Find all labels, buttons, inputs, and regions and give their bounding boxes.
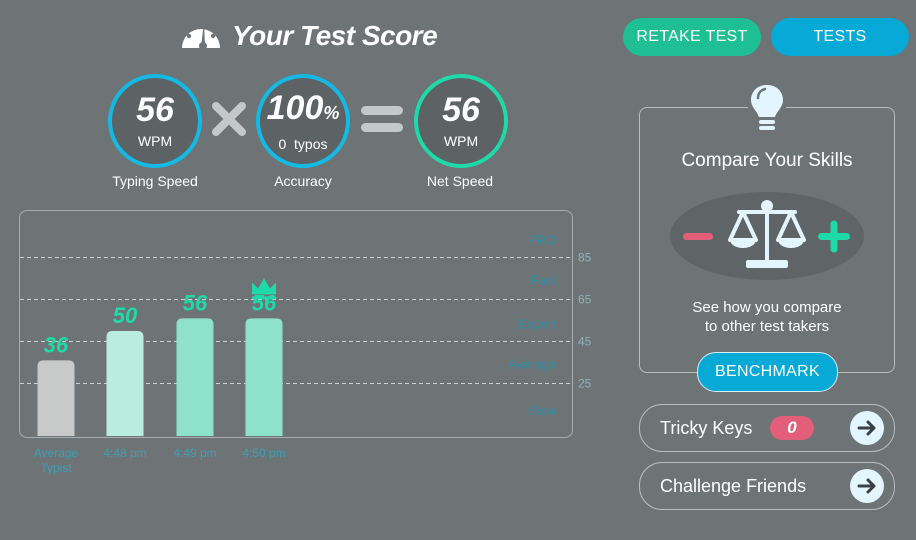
bar-value-label: 50: [113, 303, 138, 328]
chart-bar: [245, 318, 283, 436]
chart-bar: [106, 331, 144, 436]
crown-base: [252, 296, 276, 300]
benchmark-button[interactable]: BENCHMARK: [697, 352, 838, 392]
chart-bar: [176, 318, 214, 436]
x-tick-label: 4:49 pm: [173, 446, 216, 460]
bar-value-label: 36: [44, 332, 69, 357]
level-label: Expert: [518, 317, 556, 332]
crown-icon: [252, 278, 276, 295]
tricky-keys-row[interactable]: Tricky Keys 0: [639, 404, 895, 452]
level-label: Slow: [528, 403, 557, 418]
level-label: PRO: [528, 233, 556, 248]
scale-icon: [670, 190, 864, 287]
challenge-friends-label: Challenge Friends: [660, 475, 807, 496]
arrow-right-icon[interactable]: [850, 469, 884, 503]
bar-value-label: 56: [183, 290, 208, 315]
compare-desc-line1: See how you compare: [692, 299, 842, 316]
lightbulb-icon: [748, 82, 786, 139]
arrow-right-icon[interactable]: [850, 411, 884, 445]
chart-bar: [37, 360, 75, 436]
x-tick-label: 4:48 pm: [103, 446, 146, 460]
challenge-friends-row[interactable]: Challenge Friends: [639, 462, 895, 510]
x-tick-label: 4:50 pm: [242, 446, 285, 460]
tick-label: 65: [578, 293, 592, 307]
compare-description: See how you compare to other test takers: [639, 298, 895, 336]
tricky-keys-label: Tricky Keys: [660, 417, 753, 438]
tricky-keys-count-badge: 0: [770, 416, 814, 440]
level-label: Fast: [531, 273, 557, 288]
tick-label: 85: [578, 251, 592, 265]
tick-label: 45: [578, 335, 592, 349]
compare-desc-line2: to other test takers: [704, 318, 830, 335]
tick-label: 25: [578, 377, 592, 391]
compare-title: Compare Your Skills: [681, 150, 853, 171]
level-label: Average: [508, 357, 556, 372]
x-tick-label: Average: [34, 446, 79, 460]
x-tick-label: Typist: [40, 461, 72, 475]
